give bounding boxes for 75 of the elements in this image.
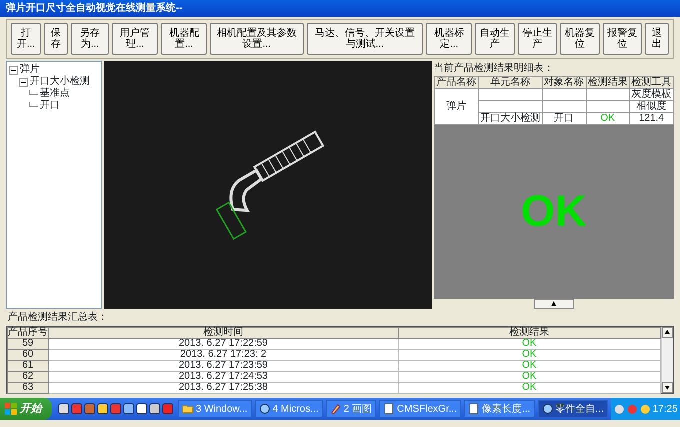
windows-logo-icon	[5, 403, 17, 415]
column-header: 检测时间	[48, 328, 398, 338]
tree-item[interactable]: 弹片	[20, 64, 40, 76]
table-cell: 2013. 6.27 17:23: 2	[48, 350, 398, 360]
toolbar-button[interactable]: 马达、信号、开关设置与测试...	[306, 23, 424, 55]
document-icon	[383, 403, 396, 415]
table-cell: 开口	[554, 113, 574, 124]
table-cell: 60	[8, 350, 48, 360]
brush-icon	[330, 403, 342, 415]
clock-text: 17:25	[652, 402, 678, 416]
tree-item[interactable]: 开口大小检测	[30, 76, 90, 88]
toolbar-button[interactable]: 另存为...	[71, 23, 110, 55]
table-cell: OK	[600, 113, 616, 124]
taskbar-button[interactable]: 3 Window...	[178, 400, 252, 418]
table-cell: OK	[398, 372, 660, 382]
taskbar-button[interactable]: 4 Micros...	[254, 400, 323, 418]
tree-item[interactable]: 开口	[40, 100, 60, 112]
start-button[interactable]: 开始	[0, 398, 52, 420]
collapse-icon[interactable]	[9, 66, 18, 74]
window-title: 弹片开口尺寸全自动视觉在线测量系统--	[0, 0, 680, 17]
table-cell: 61	[8, 360, 48, 372]
quick-launch-icon[interactable]	[136, 403, 146, 415]
column-header: 产品序号	[8, 328, 48, 338]
tree-item[interactable]: 基准点	[40, 88, 70, 100]
table-cell: 开口大小检测	[480, 113, 540, 124]
folder-icon	[182, 403, 194, 415]
column-header: 检测工具	[630, 76, 674, 88]
taskbar-button[interactable]: 2 画图	[326, 400, 376, 418]
toolbar-button[interactable]: 退出	[645, 23, 669, 55]
table-cell: 62	[8, 372, 48, 382]
toolbar-button[interactable]: 机器复位	[560, 23, 600, 55]
table-cell: 灰度模板	[632, 89, 672, 100]
table-cell: OK	[398, 382, 660, 394]
toolbar-button[interactable]: 自动生产	[475, 23, 515, 55]
table-cell: OK	[398, 338, 660, 350]
toolbar-button[interactable]: 报警复位	[602, 23, 642, 55]
taskbar-button[interactable]: 零件全自...	[538, 400, 608, 418]
taskbar-button[interactable]: 像素长度...	[464, 400, 535, 418]
table-cell: 2013. 6.27 17:22:59	[48, 338, 398, 350]
taskbar-button[interactable]: CMSFlexGr...	[379, 400, 462, 418]
table-cell: 2013. 6.27 17:25:38	[48, 382, 398, 394]
table-cell: OK	[398, 350, 660, 360]
column-header: 检测结果	[586, 76, 630, 88]
quick-launch-icon[interactable]	[122, 403, 134, 415]
toolbar-button[interactable]: 机器标定...	[426, 23, 472, 55]
column-header: 检测结果	[398, 328, 660, 338]
table-cell: 2013. 6.27 17:24:53	[48, 372, 398, 382]
toolbar-button[interactable]: 机器配置...	[161, 23, 208, 55]
document-icon	[468, 403, 480, 415]
table-cell: 59	[8, 338, 48, 350]
toolbar-button[interactable]: 用户管理...	[112, 23, 158, 55]
table-title: 产品检测结果汇总表：	[8, 312, 108, 323]
table-cell: 63	[8, 382, 48, 394]
table-title: 当前产品检测结果明细表：	[434, 62, 555, 76]
collapse-icon[interactable]	[19, 78, 28, 86]
quick-launch-icon[interactable]	[148, 403, 160, 415]
toolbar-button[interactable]: 相机配置及其参数设置...	[210, 23, 304, 55]
toolbar-button[interactable]: 保存	[44, 23, 68, 55]
column-header: 产品名称	[434, 76, 478, 88]
app-icon	[542, 403, 554, 415]
toolbar-button[interactable]: 打开...	[11, 23, 42, 55]
result-text: OK	[521, 190, 587, 234]
table-cell: 相似度	[636, 101, 667, 112]
table-cell: 2013. 6.27 17:23:59	[48, 360, 398, 372]
quick-launch-icon[interactable]	[58, 403, 68, 415]
toggle-button[interactable]: ▲	[534, 299, 574, 309]
table-cell: 121.4	[639, 113, 664, 124]
scroll-up-icon[interactable]	[662, 327, 673, 338]
scroll-down-icon[interactable]	[662, 382, 673, 393]
app-icon	[258, 403, 271, 415]
column-header: 单元名称	[478, 76, 542, 88]
quick-launch-icon[interactable]	[96, 403, 108, 415]
toolbar-button[interactable]: 停止生产	[518, 23, 558, 55]
table-cell: OK	[398, 360, 660, 372]
column-header: 对象名称	[542, 76, 586, 88]
